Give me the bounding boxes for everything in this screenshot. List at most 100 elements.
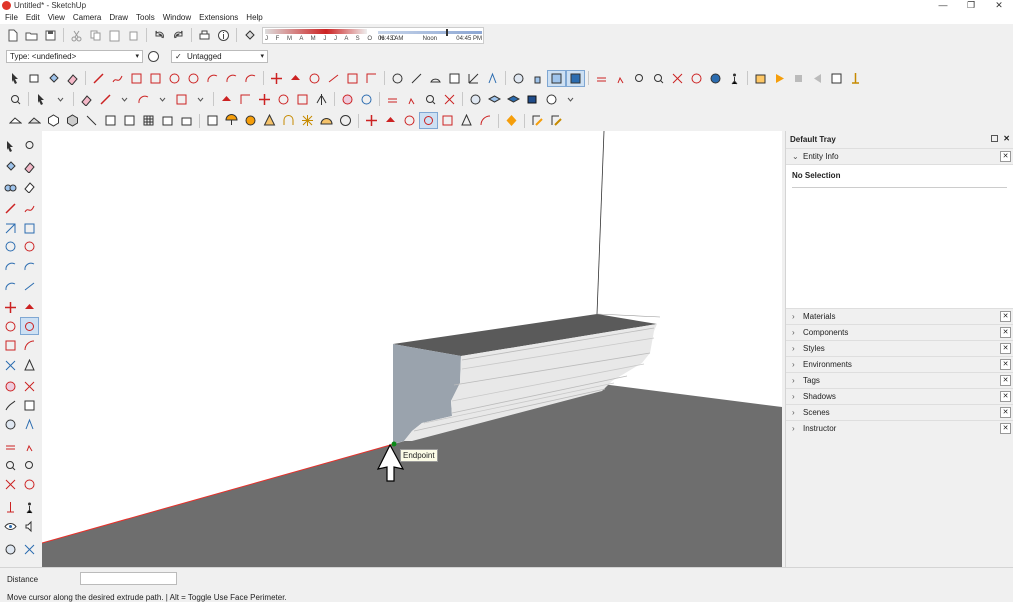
menu-draw[interactable]: Draw <box>109 13 128 22</box>
person-icon[interactable] <box>725 70 744 87</box>
select-arrow-icon[interactable] <box>32 91 51 108</box>
scale-large-icon[interactable] <box>1 336 20 354</box>
close-icon[interactable]: ✕ <box>1000 423 1011 434</box>
previous-scene-icon[interactable] <box>808 70 827 87</box>
torus-icon[interactable] <box>241 112 260 129</box>
tape-measure-icon[interactable] <box>388 70 407 87</box>
add-detail-icon[interactable] <box>101 112 120 129</box>
orbit-large-icon[interactable] <box>1 415 20 433</box>
select-icon[interactable] <box>6 70 25 87</box>
chevron-down-icon[interactable] <box>153 91 172 108</box>
panel-materials[interactable]: › Materials ✕ <box>786 308 1013 324</box>
rotated-rectangle-icon[interactable] <box>146 70 165 87</box>
protractor-icon[interactable] <box>426 70 445 87</box>
sound-icon[interactable] <box>20 517 39 535</box>
redo-icon[interactable] <box>169 27 188 44</box>
panel-environments[interactable]: › Environments ✕ <box>786 356 1013 372</box>
geo-location-icon[interactable] <box>846 70 865 87</box>
rotated-rect-large-icon[interactable] <box>20 219 39 237</box>
rotate-3-icon[interactable] <box>400 112 419 129</box>
3dtext-large-icon[interactable] <box>20 396 39 414</box>
circle-large-icon[interactable] <box>1 237 20 255</box>
soften-icon[interactable] <box>357 91 376 108</box>
minimize-button[interactable]: — <box>929 0 957 11</box>
menu-view[interactable]: View <box>48 13 65 22</box>
section-plane-2-icon[interactable] <box>383 91 402 108</box>
tag-dropdown[interactable]: ✓ Untagged ▾ <box>171 50 268 63</box>
sandbox-contours-icon[interactable] <box>6 112 25 129</box>
close-icon[interactable]: ✕ <box>1000 375 1011 386</box>
dimension-icon[interactable] <box>407 70 426 87</box>
paint-icon[interactable] <box>44 70 63 87</box>
eraser-soft-icon[interactable] <box>20 177 39 195</box>
panel-entity-info[interactable]: ⌄ Entity Info ✕ <box>786 148 1013 164</box>
rectangle-large-icon[interactable] <box>1 219 20 237</box>
close-icon[interactable]: ✕ <box>1000 343 1011 354</box>
close-icon[interactable]: ✕ <box>1000 391 1011 402</box>
flip-icon[interactable] <box>312 91 331 108</box>
component-blue-icon[interactable] <box>523 91 542 108</box>
shape-icon[interactable] <box>172 91 191 108</box>
sphere-icon[interactable] <box>336 112 355 129</box>
move-icon[interactable] <box>267 70 286 87</box>
previous-view-icon[interactable] <box>687 70 706 87</box>
scale-icon[interactable] <box>343 70 362 87</box>
star-icon[interactable] <box>298 112 317 129</box>
panel-shadows[interactable]: › Shadows ✕ <box>786 388 1013 404</box>
move-3-icon[interactable] <box>362 112 381 129</box>
close-icon[interactable]: ✕ <box>1003 134 1010 143</box>
time-slider[interactable] <box>378 29 482 36</box>
arc-2pt-large-icon[interactable] <box>20 257 39 275</box>
freehand-icon[interactable] <box>108 70 127 87</box>
panel-scenes[interactable]: › Scenes ✕ <box>786 404 1013 420</box>
move-large-icon[interactable] <box>1 298 20 316</box>
eye-icon[interactable] <box>1 517 20 535</box>
menu-window[interactable]: Window <box>163 13 191 22</box>
zoom-tool-icon[interactable] <box>6 91 25 108</box>
menu-tools[interactable]: Tools <box>136 13 155 22</box>
zoom-large-icon[interactable] <box>1 456 20 474</box>
zoom-window-large-icon[interactable] <box>20 456 39 474</box>
sandbox-scratch-icon[interactable] <box>25 112 44 129</box>
paint-large-icon[interactable] <box>1 157 20 175</box>
push-pull-icon[interactable] <box>286 70 305 87</box>
section-fill-icon[interactable] <box>592 70 611 87</box>
protractor-large-icon[interactable] <box>20 356 39 374</box>
zoom-extents-2-icon[interactable] <box>668 70 687 87</box>
arch-icon[interactable] <box>279 112 298 129</box>
grid-icon[interactable] <box>139 112 158 129</box>
look-around-large-icon[interactable] <box>20 498 39 516</box>
chevron-down-icon[interactable] <box>115 91 134 108</box>
previous-large-icon[interactable] <box>20 475 39 493</box>
building-icon[interactable] <box>158 112 177 129</box>
pencil-icon[interactable] <box>96 91 115 108</box>
smoove-icon[interactable] <box>44 112 63 129</box>
add-scene-icon[interactable] <box>751 70 770 87</box>
menu-extensions[interactable]: Extensions <box>199 13 238 22</box>
model-info-icon[interactable] <box>214 27 233 44</box>
pin-icon[interactable] <box>991 135 998 142</box>
eraser-2-icon[interactable] <box>77 91 96 108</box>
arc-large-icon[interactable] <box>1 257 20 275</box>
panel-styles[interactable]: › Styles ✕ <box>786 340 1013 356</box>
close-icon[interactable]: ✕ <box>1000 359 1011 370</box>
camera-photo-icon[interactable] <box>177 112 196 129</box>
component-select-icon[interactable] <box>25 70 44 87</box>
scale-3-icon[interactable] <box>438 112 457 129</box>
play-animation-icon[interactable] <box>770 70 789 87</box>
push-pull-large-icon[interactable] <box>20 298 39 316</box>
arc-2-icon[interactable] <box>134 91 153 108</box>
push-pull-2-icon[interactable] <box>217 91 236 108</box>
close-icon[interactable]: ✕ <box>1000 311 1011 322</box>
rotate-icon[interactable] <box>305 70 324 87</box>
zoom-extents-large-icon[interactable] <box>1 475 20 493</box>
save-icon[interactable] <box>41 27 60 44</box>
close-icon[interactable]: ✕ <box>1000 407 1011 418</box>
text-icon[interactable] <box>445 70 464 87</box>
close-icon[interactable]: ✕ <box>1000 327 1011 338</box>
eraser-icon[interactable] <box>63 70 82 87</box>
circle-icon[interactable] <box>165 70 184 87</box>
scene-manager-icon[interactable] <box>827 70 846 87</box>
time-slider-knob[interactable] <box>446 29 448 36</box>
stamp-icon[interactable] <box>63 112 82 129</box>
